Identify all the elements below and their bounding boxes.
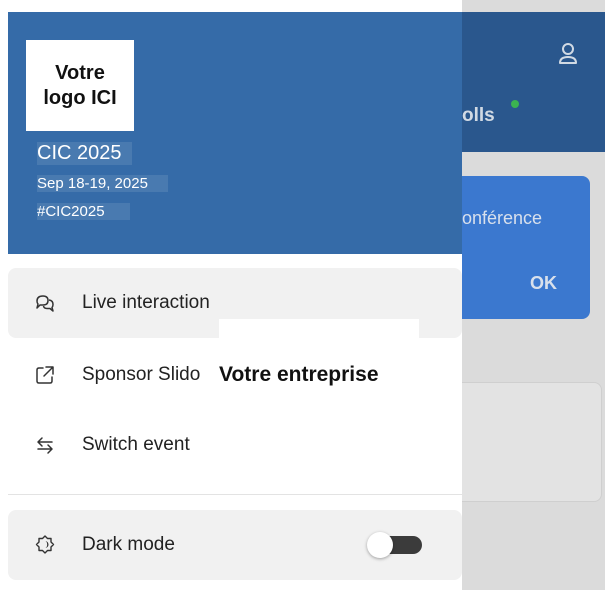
menu-item-label: Sponsor Slido: [82, 364, 201, 385]
event-dates: Sep 18-19, 2025: [37, 175, 168, 192]
menu-item-label: Live interaction: [82, 292, 210, 313]
navigation-drawer: Votre logo ICI CIC 2025 Sep 18-19, 2025 …: [0, 0, 462, 590]
dark-mode-toggle[interactable]: [367, 532, 422, 558]
menu-item-switch-event[interactable]: Switch event: [8, 410, 462, 480]
toggle-knob: [367, 532, 393, 558]
event-hashtag: #CIC2025: [37, 203, 130, 220]
logo-placeholder: Votre logo ICI: [26, 40, 134, 131]
company-text: Votre entreprise: [219, 363, 379, 386]
event-name: CIC 2025: [37, 142, 132, 165]
company-placeholder: Votre entreprise: [219, 319, 419, 410]
logo-text: Votre logo ICI: [43, 61, 117, 109]
menu-divider: [8, 494, 462, 495]
chat-bubbles-icon: [34, 292, 56, 314]
menu-item-label: Dark mode: [82, 534, 175, 555]
dark-mode-icon: [34, 534, 56, 556]
switch-arrows-icon: [34, 434, 56, 456]
external-link-icon: [34, 364, 56, 386]
menu-item-label: Switch event: [82, 434, 190, 455]
